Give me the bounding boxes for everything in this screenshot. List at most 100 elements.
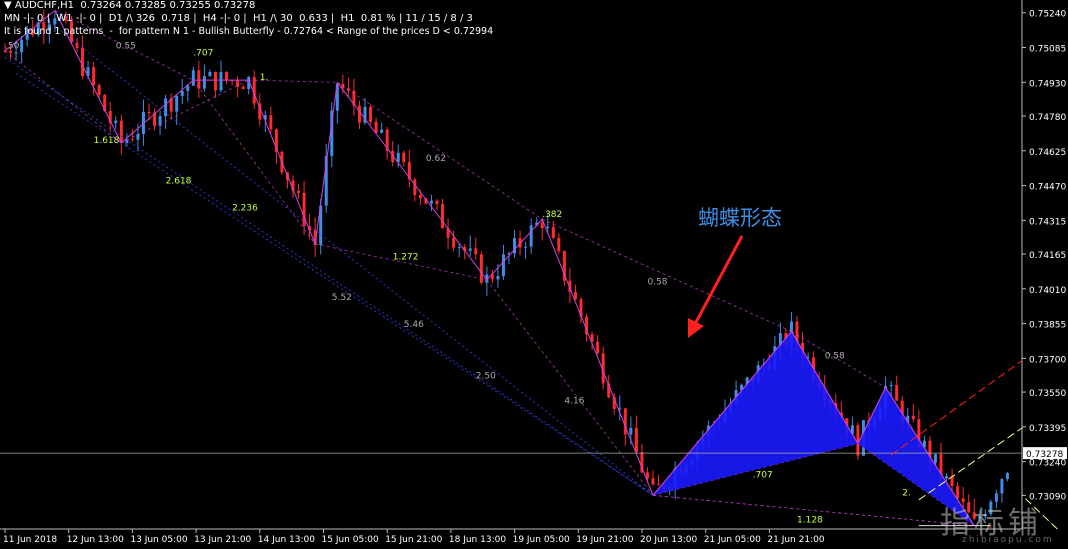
candle-body	[651, 478, 655, 485]
candle-body	[856, 425, 860, 456]
candle-body	[92, 67, 96, 86]
zigzag-segment	[248, 79, 316, 245]
fib-connector	[486, 279, 654, 496]
time-tick-label: 19 Jun 21:00	[576, 535, 633, 545]
watermark-url: zhibiaopu.com	[962, 535, 1054, 545]
fib-connector	[121, 79, 249, 144]
chart-header-pattern-info: It is found 1 patterns - for pattern N 1…	[4, 26, 494, 37]
candle-body	[441, 204, 445, 229]
time-tick-label: 18 Jun 13:00	[449, 535, 506, 545]
candle-body	[147, 112, 151, 114]
price-tick-label: 0.75240	[1029, 10, 1066, 20]
fib-ratio-label: 1.272	[393, 253, 419, 263]
zigzag-segment	[541, 219, 654, 496]
projection-line	[4, 57, 654, 496]
candle-body	[202, 76, 206, 89]
time-tick-label: 15 Jun 05:00	[322, 535, 379, 545]
candle-body	[81, 47, 85, 77]
zigzag-segment	[314, 82, 338, 244]
candle-body	[546, 226, 550, 229]
fib-ratio-label: 5.52	[332, 293, 352, 303]
price-tick-label: 0.74315	[1029, 217, 1066, 227]
candle-body	[180, 90, 184, 97]
zigzag-segment	[336, 82, 488, 281]
candle-body	[269, 115, 273, 130]
candle-body	[20, 39, 24, 53]
candle-body	[657, 484, 661, 486]
fib-ratio-label: 1.128	[797, 515, 823, 525]
candle-body	[14, 52, 18, 54]
candle-body	[429, 200, 433, 204]
time-tick-label: 13 Jun 05:00	[130, 535, 187, 545]
fib-ratio-label: 2.618	[166, 176, 192, 186]
candle-body	[557, 237, 561, 252]
candle-body	[225, 71, 229, 81]
candle-body	[457, 247, 461, 249]
fib-ratio-label: 1.618	[94, 136, 120, 146]
zigzag-segment	[120, 79, 194, 144]
price-tick-label: 0.73240	[1029, 459, 1066, 469]
candle-body	[1000, 479, 1004, 494]
annotation-arrow-shaft	[692, 235, 744, 327]
candle-body	[634, 427, 638, 453]
candle-body	[191, 70, 195, 86]
time-tick-label: 21 Jun 05:00	[704, 535, 761, 545]
candle-body	[213, 71, 217, 91]
fib-ratio-label: .707	[193, 48, 213, 58]
candle-body	[297, 190, 301, 193]
fib-ratio-label: .382	[542, 210, 562, 220]
candle-body	[164, 98, 168, 117]
fib-ratio-label: .50	[5, 42, 20, 52]
candle-body	[540, 222, 544, 229]
candle-body	[219, 71, 223, 91]
candle-body	[501, 254, 505, 277]
chart-header-quote: ▼ AUDCHF,H1 0.73264 0.73285 0.73255 0.73…	[4, 0, 256, 11]
candle-body	[418, 194, 422, 199]
fib-ratio-label: 0.55	[116, 42, 136, 52]
time-tick-label: 14 Jun 13:00	[258, 535, 315, 545]
candle-body	[208, 71, 212, 77]
fib-ratio-label: 0.58	[825, 351, 845, 361]
candle-body	[474, 248, 478, 255]
fib-ratio-label: 5.46	[404, 320, 424, 330]
candle-body	[413, 179, 417, 195]
zigzag-segment	[486, 218, 543, 281]
candle-body	[402, 152, 406, 162]
time-tick-label: 13 Jun 21:00	[194, 535, 251, 545]
candle-body	[623, 408, 627, 435]
candle-body	[596, 341, 600, 354]
projection-line	[49, 21, 654, 496]
time-tick-label: 12 Jun 13:00	[67, 535, 124, 545]
fib-connector	[337, 81, 543, 220]
price-tick-label: 0.74930	[1029, 79, 1066, 89]
candle-body	[645, 472, 649, 479]
time-tick-label: 21 Jun 21:00	[767, 535, 824, 545]
price-tick-label: 0.74470	[1029, 183, 1066, 193]
candle-body	[369, 106, 373, 122]
candle-body	[945, 476, 949, 479]
price-tick-label: 0.74010	[1029, 286, 1066, 296]
candle-body	[889, 385, 893, 387]
candle-body	[357, 105, 361, 123]
candle-body	[933, 454, 937, 463]
price-tick-label: 0.73395	[1029, 424, 1066, 434]
current-price-label: 0.73278	[1026, 450, 1063, 460]
candle-body	[911, 415, 915, 420]
candle-body	[452, 237, 456, 248]
candle-body	[629, 427, 633, 435]
candle-body	[119, 120, 123, 144]
candle-body	[175, 96, 179, 112]
price-tick-label: 0.74625	[1029, 148, 1066, 158]
candle-body	[435, 200, 439, 205]
price-tick-label: 0.73700	[1029, 355, 1066, 365]
fib-ratio-label: 1.	[260, 73, 269, 83]
candle-body	[97, 85, 101, 96]
time-tick-label: 11 Jun 2018	[3, 535, 57, 545]
candle-body	[130, 139, 134, 141]
price-tick-label: 0.75085	[1029, 45, 1066, 55]
fib-ratio-label: 0.62	[426, 154, 446, 164]
candle-body	[1005, 473, 1009, 480]
time-tick-label: 19 Jun 05:00	[513, 535, 570, 545]
candle-body	[114, 120, 118, 124]
candle-body	[302, 192, 306, 226]
